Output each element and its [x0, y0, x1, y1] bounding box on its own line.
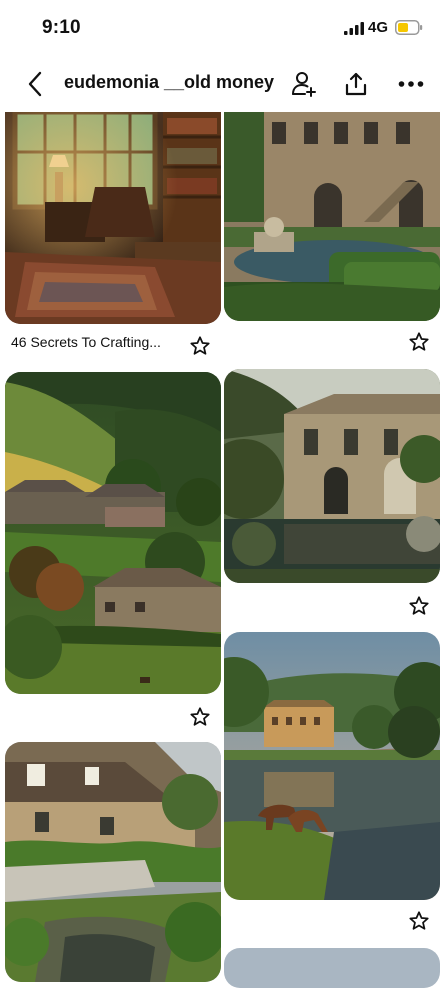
invite-collaborator-button[interactable]: [284, 60, 324, 108]
star-icon[interactable]: [189, 335, 211, 357]
share-button[interactable]: [336, 60, 376, 108]
pin-image-ivy-mansion[interactable]: [224, 369, 440, 583]
star-icon[interactable]: [408, 595, 430, 617]
pin-image-estate-horses[interactable]: [224, 632, 440, 900]
pin-image-partial[interactable]: [224, 948, 440, 988]
more-options-button[interactable]: [388, 60, 434, 108]
signal-icon: [344, 22, 364, 35]
network-label: 4G: [368, 19, 389, 36]
pin-image-cottage-stream[interactable]: [5, 742, 221, 982]
board-title: eudemonia __old money: [64, 72, 275, 92]
star-icon[interactable]: [408, 331, 430, 353]
board-header: eudemonia __old money: [0, 60, 444, 108]
star-icon[interactable]: [189, 706, 211, 728]
pin-image-countryside-village[interactable]: [5, 372, 221, 694]
share-icon: [345, 72, 367, 96]
pin-image-manor-garden[interactable]: [224, 112, 440, 321]
star-icon[interactable]: [408, 910, 430, 932]
pin-image-library[interactable]: [5, 112, 221, 324]
more-dots-icon: [398, 81, 424, 87]
status-time: 9:10: [42, 17, 81, 38]
pin-caption[interactable]: 46 Secrets To Crafting...: [11, 334, 161, 350]
add-person-icon: [292, 72, 316, 97]
chevron-left-icon: [28, 71, 42, 97]
status-bar: 9:10 4G: [0, 0, 444, 56]
battery-icon: [395, 20, 423, 35]
back-button[interactable]: [18, 60, 52, 108]
